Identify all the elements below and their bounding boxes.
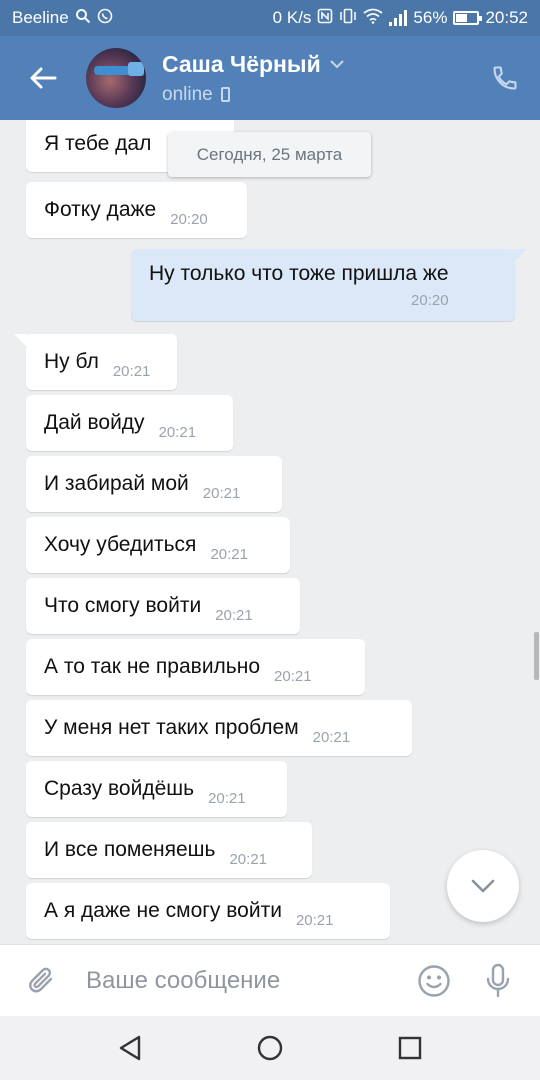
message-time: 20:21 — [229, 850, 268, 868]
avatar[interactable] — [86, 48, 146, 108]
message-bubble-outgoing[interactable]: Ну только что тоже пришла же 20:20 — [131, 249, 527, 321]
mobile-icon — [220, 87, 230, 102]
nav-home-button[interactable] — [245, 1023, 295, 1073]
contact-name: Саша Чёрный — [162, 50, 321, 77]
message-time: 20:21 — [215, 606, 253, 624]
phone-icon — [493, 66, 517, 90]
paperclip-icon — [29, 967, 53, 992]
message-time: 20:21 — [208, 789, 246, 807]
message-text: И забирай мой — [44, 472, 189, 495]
recents-square-icon — [398, 1036, 422, 1060]
message-text: Ну бл — [44, 350, 99, 373]
back-arrow-icon — [30, 67, 57, 89]
whatsapp-icon — [97, 8, 113, 28]
nfc-icon — [317, 8, 333, 28]
scroll-to-bottom-button[interactable] — [447, 850, 519, 922]
battery-icon — [453, 11, 483, 25]
contact-info[interactable]: Саша Чёрный online — [162, 51, 470, 106]
message-bubble[interactable]: Дай войду 20:21 — [26, 395, 233, 451]
message-bubble[interactable]: А то так не правильно 20:21 — [26, 639, 365, 695]
message-list[interactable]: Я тебе дал Сегодня, 25 марта Фотку даже … — [0, 120, 540, 944]
scrollbar[interactable] — [534, 632, 539, 680]
message-text: Ну только что тоже пришла же — [149, 261, 449, 285]
message-bubble[interactable]: Хочу убедиться 20:21 — [26, 517, 290, 573]
back-triangle-icon — [119, 1035, 141, 1061]
vibrate-icon — [339, 8, 357, 28]
date-separator: Сегодня, 25 марта — [168, 132, 371, 177]
message-bubble[interactable]: Сразу войдёшь 20:21 — [26, 761, 287, 817]
message-time: 20:20 — [170, 210, 208, 228]
message-time: 20:21 — [202, 484, 241, 502]
message-text: Фотку даже — [44, 198, 157, 221]
message-bubble[interactable]: У меня нет таких проблем 20:21 — [26, 700, 412, 756]
emoji-button[interactable] — [402, 945, 466, 1017]
back-button[interactable] — [0, 36, 86, 120]
message-time: 20:20 — [411, 291, 449, 309]
message-time: 20:21 — [274, 667, 312, 685]
message-time: 20:21 — [210, 545, 248, 563]
message-time: 20:21 — [112, 362, 151, 380]
carrier-label: Beeline — [12, 8, 69, 27]
wifi-icon — [363, 8, 383, 28]
nav-back-button[interactable] — [105, 1023, 155, 1073]
contact-name-row: Саша Чёрный — [162, 51, 470, 78]
message-text: Сразу войдёшь — [44, 777, 195, 800]
home-circle-icon — [257, 1035, 283, 1061]
clock: 20:52 — [485, 8, 528, 27]
smiley-icon — [418, 964, 450, 997]
message-text: А я даже не смогу войти — [44, 899, 282, 922]
message-text: Дай войду — [44, 411, 145, 434]
message-content: Ну только что тоже пришла же 20:20 — [149, 262, 449, 309]
message-bubble[interactable]: Что смогу войти 20:21 — [26, 578, 300, 634]
signal-icon — [389, 10, 408, 26]
message-bubble[interactable]: Фотку даже 20:20 — [26, 182, 247, 238]
message-text: Что смогу войти — [44, 594, 202, 617]
voice-message-button[interactable] — [466, 945, 530, 1017]
message-text: Хочу убедиться — [44, 533, 197, 556]
call-button[interactable] — [470, 36, 540, 120]
chat-header: Саша Чёрный online — [0, 36, 540, 120]
chevron-down-icon — [330, 60, 344, 69]
message-time: 20:21 — [312, 728, 351, 746]
contact-status: online — [162, 83, 213, 105]
microphone-icon — [486, 963, 510, 997]
attach-button[interactable] — [0, 945, 84, 1017]
contact-status-row: online — [162, 84, 470, 106]
network-speed: 0 K/s — [272, 8, 312, 27]
message-composer — [0, 944, 540, 1017]
nav-recents-button[interactable] — [385, 1023, 435, 1073]
message-bubble[interactable]: И все поменяешь 20:21 — [26, 822, 312, 878]
navigation-bar — [0, 1016, 540, 1080]
message-text: У меня нет таких проблем — [44, 716, 299, 739]
message-text: Я тебе дал — [44, 132, 152, 155]
chevron-down-icon — [471, 879, 495, 893]
status-bar: Beeline 0 K/s 56% 20:52 — [0, 0, 540, 36]
message-text: А то так не правильно — [44, 655, 261, 678]
message-bubble[interactable]: А я даже не смогу войти 20:21 — [26, 883, 390, 939]
message-bubble[interactable]: И забирай мой 20:21 — [26, 456, 282, 512]
battery-percent: 56% — [413, 8, 448, 27]
bubble-tail — [513, 249, 527, 263]
message-bubble[interactable]: Ну бл 20:21 — [14, 334, 177, 390]
message-time: 20:21 — [158, 423, 197, 441]
search-icon — [75, 8, 91, 28]
message-time: 20:21 — [295, 911, 334, 929]
message-input[interactable] — [84, 944, 402, 1017]
bubble-tail — [14, 334, 28, 348]
message-text: И все поменяешь — [44, 838, 216, 861]
